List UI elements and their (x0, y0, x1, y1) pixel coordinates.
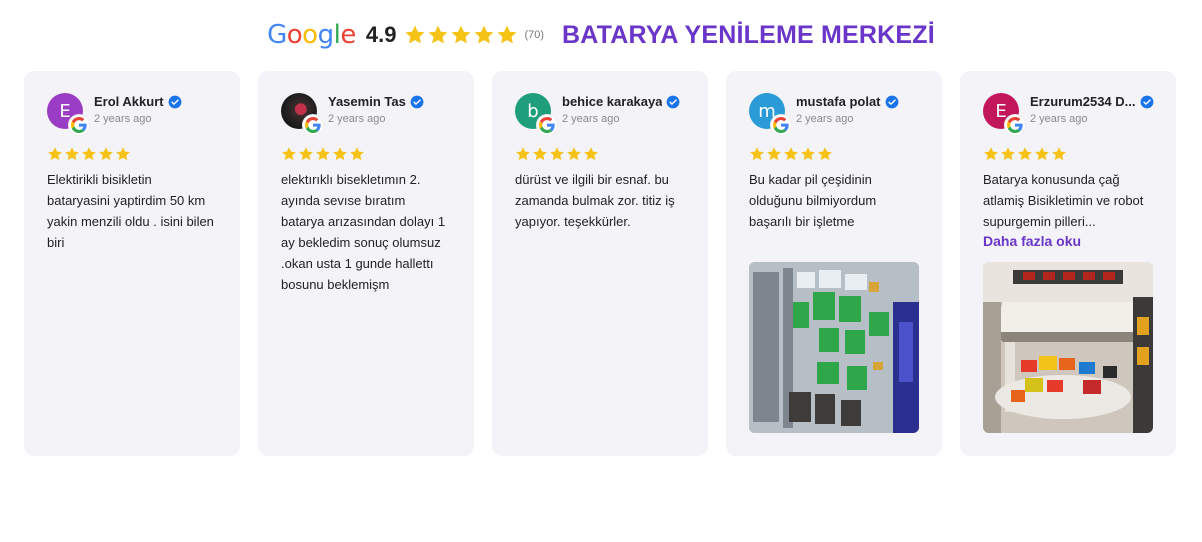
star-icon (428, 25, 448, 44)
reviewer-name[interactable]: Erzurum2534 D... (1030, 94, 1136, 109)
avatar[interactable] (281, 93, 323, 135)
overall-stars (404, 24, 518, 46)
review-carousel: E Erol Akkurt 2 years ago Elektirikli bi… (24, 71, 1176, 456)
star-icon (784, 147, 798, 161)
google-g-icon (1005, 115, 1025, 135)
star-icon (584, 147, 598, 161)
review-card: m mustafa polat 2 years ago Bu kadar pil… (726, 71, 942, 456)
google-logo-letter: o (286, 20, 303, 50)
review-card: E Erol Akkurt 2 years ago Elektirikli bi… (24, 71, 240, 456)
reviewer-name[interactable]: Erol Akkurt (94, 94, 164, 109)
reviewer-name[interactable]: behice karakaya (562, 94, 662, 109)
google-g-icon (69, 115, 89, 135)
star-icon (750, 147, 764, 161)
google-logo-letter: o (302, 20, 318, 50)
review-date: 2 years ago (1030, 113, 1088, 125)
star-icon (767, 147, 781, 161)
star-icon (316, 147, 330, 161)
business-name: BATARYA YENİLEME MERKEZİ (562, 20, 935, 49)
reviewer-name[interactable]: mustafa polat (796, 94, 881, 109)
avatar[interactable]: E (47, 93, 89, 135)
avatar[interactable]: b (515, 93, 557, 135)
star-icon (48, 147, 62, 161)
review-date: 2 years ago (796, 113, 854, 125)
review-date: 2 years ago (328, 113, 386, 125)
star-icon (474, 25, 494, 44)
verified-badge-icon (667, 95, 680, 108)
verified-badge-icon (410, 95, 424, 108)
star-icon (451, 25, 471, 44)
star-icon (1001, 147, 1015, 161)
star-icon (65, 147, 79, 161)
google-logo-letter: G (267, 20, 287, 50)
review-text: elektırıklı bisekletımın 2. ayında sevıs… (281, 172, 446, 292)
star-icon (82, 147, 96, 161)
review-stars (749, 146, 919, 162)
review-date: 2 years ago (562, 113, 620, 125)
shop-interior-image (983, 262, 1153, 433)
star-icon (350, 147, 364, 161)
google-g-icon (771, 115, 791, 135)
star-icon (1018, 147, 1032, 161)
star-icon (818, 147, 832, 161)
review-text: Elektirikli bisikletin bataryasini yapti… (47, 172, 214, 250)
reviewer-name[interactable]: Yasemin Tas (328, 94, 406, 109)
verified-badge-icon (168, 95, 182, 108)
review-stars (47, 146, 217, 162)
star-icon (984, 147, 998, 161)
star-icon (533, 147, 547, 161)
google-logo: Google (267, 22, 356, 48)
star-icon (801, 147, 815, 161)
avatar[interactable]: m (749, 93, 791, 135)
star-icon (516, 147, 530, 161)
review-photo[interactable] (983, 262, 1153, 433)
review-stars (983, 146, 1153, 162)
star-icon (99, 147, 113, 161)
google-g-icon (537, 115, 557, 135)
star-icon (497, 25, 517, 44)
verified-badge-icon (1140, 95, 1153, 108)
google-logo-letter: l (333, 20, 341, 50)
google-logo-letter: g (317, 20, 335, 50)
star-icon (1052, 147, 1066, 161)
battery-rack-image (749, 262, 919, 433)
review-stars (515, 146, 685, 162)
overall-rating: 4.9 (365, 22, 397, 47)
review-count: (70) (524, 29, 544, 41)
review-card: b behice karakaya 2 years ago dürüst ve … (492, 71, 708, 456)
star-icon (405, 25, 425, 44)
star-icon (1035, 147, 1049, 161)
google-logo-letter: e (340, 20, 356, 50)
star-icon (567, 147, 581, 161)
rating-header: Google 4.9 (70) BATARYA YENİLEME MERKEZİ (0, 14, 1202, 56)
review-card: Yasemin Tas 2 years ago elektırıklı bise… (258, 71, 474, 456)
review-stars (281, 146, 451, 162)
star-icon (282, 147, 296, 161)
google-g-icon (303, 115, 323, 135)
avatar[interactable]: E (983, 93, 1025, 135)
star-icon (550, 147, 564, 161)
read-more-link[interactable]: Daha fazla oku (983, 233, 1153, 249)
star-icon (299, 147, 313, 161)
verified-badge-icon (885, 95, 898, 108)
review-text: dürüst ve ilgili bir esnaf. bu zamanda b… (515, 172, 675, 229)
review-date: 2 years ago (94, 113, 152, 125)
star-icon (116, 147, 130, 161)
review-text: Bu kadar pil çeşidinin olduğunu bilmiyor… (749, 172, 877, 229)
review-photo[interactable] (749, 262, 919, 433)
star-icon (333, 147, 347, 161)
review-card: E Erzurum2534 D... 2 years ago Batarya k… (960, 71, 1176, 456)
review-text: Batarya konusunda çağ atlamiş Bisikletim… (983, 172, 1144, 229)
